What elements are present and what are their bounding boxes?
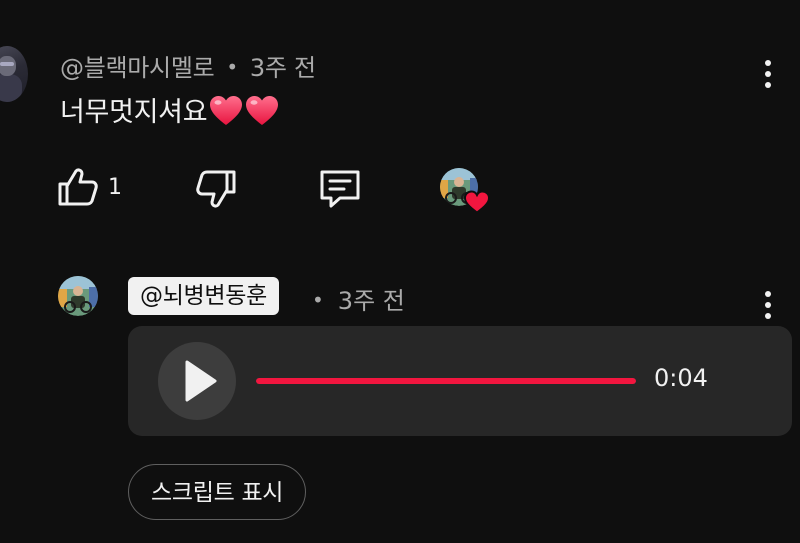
kebab-menu-icon[interactable] bbox=[756, 56, 780, 92]
comment-author[interactable]: @블랙마시멜로 bbox=[60, 54, 215, 82]
show-transcript-button[interactable]: 스크립트 표시 bbox=[128, 464, 307, 520]
commenter-avatar[interactable] bbox=[0, 46, 28, 102]
comment-meta: @블랙마시멜로 • 3주 전 bbox=[60, 48, 316, 83]
kebab-menu-icon[interactable] bbox=[756, 287, 780, 323]
comment-icon[interactable] bbox=[316, 166, 364, 210]
thumbs-up-icon[interactable] bbox=[56, 166, 100, 208]
red-heart-icon bbox=[210, 96, 243, 125]
voice-reply-player: 0:04 bbox=[128, 326, 792, 436]
red-heart-icon bbox=[246, 96, 279, 125]
audio-duration: 0:04 bbox=[654, 364, 708, 392]
comment-actions: 1 bbox=[0, 160, 800, 220]
like-count: 1 bbox=[108, 175, 122, 200]
meta-separator: • bbox=[312, 288, 324, 312]
reply-time[interactable]: 3주 전 bbox=[338, 287, 405, 315]
red-heart-badge-icon bbox=[464, 190, 490, 214]
audio-progress-bar[interactable] bbox=[256, 378, 636, 384]
reply-author-mention[interactable]: @뇌병변동훈 bbox=[128, 277, 280, 315]
thumbs-down-icon[interactable] bbox=[194, 168, 238, 210]
reply-author-avatar[interactable] bbox=[58, 276, 98, 316]
meta-separator: • bbox=[226, 55, 238, 79]
comment-text: 너무멋지셔요 bbox=[60, 97, 208, 128]
comment-time[interactable]: 3주 전 bbox=[250, 54, 316, 82]
audio-progress-fill bbox=[256, 378, 636, 384]
play-button[interactable] bbox=[158, 342, 236, 420]
play-icon bbox=[185, 360, 217, 402]
reply-meta: • 3주 전 bbox=[312, 281, 405, 316]
comment-thread: @블랙마시멜로 • 3주 전 너무멋지셔요 1 @뇌병변동훈 • 3주 전 0:… bbox=[0, 0, 800, 543]
comment-body: 너무멋지셔요 bbox=[60, 90, 279, 129]
creator-heart-icon[interactable] bbox=[440, 168, 490, 214]
